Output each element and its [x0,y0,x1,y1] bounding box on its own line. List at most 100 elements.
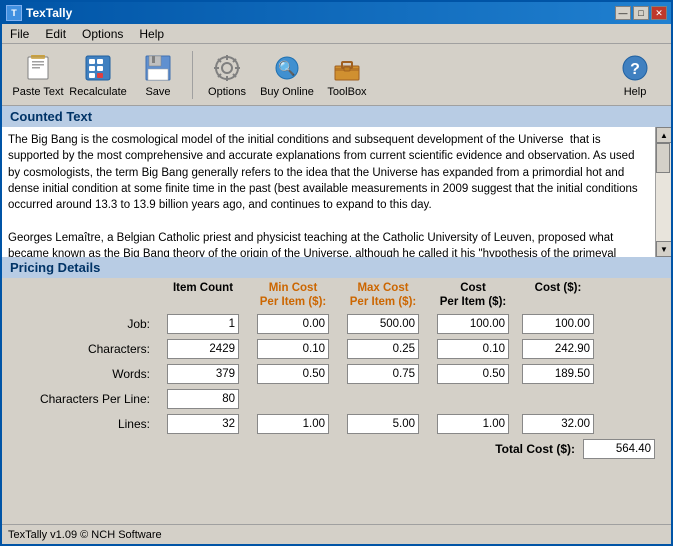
paste-text-button[interactable]: Paste Text [10,49,66,101]
vertical-scrollbar[interactable]: ▲ ▼ [655,127,671,257]
cell-lines-max [338,414,428,434]
menu-bar: File Edit Options Help [2,24,671,44]
table-row: Lines: [18,414,655,434]
text-area-container: The Big Bang is the cosmological model o… [2,127,671,257]
cell-words-cost [428,364,518,384]
cell-words-max [338,364,428,384]
col-header-cost: CostPer Item ($): [428,282,518,310]
recalculate-label: Recalculate [69,86,126,98]
input-job-count[interactable] [167,314,239,334]
scroll-thumb[interactable] [656,143,670,173]
cell-job-cost [428,314,518,334]
cell-chars-total [518,339,598,359]
toolbox-label: ToolBox [327,86,366,98]
svg-text:?: ? [630,61,640,78]
status-bar: TexTally v1.09 © NCH Software [2,524,671,544]
svg-text:🔍: 🔍 [278,59,295,77]
recalculate-button[interactable]: Recalculate [70,49,126,101]
col-header-count: Item Count [158,282,248,310]
toolbar-separator-1 [192,51,193,99]
main-window: T TexTally — □ ✕ File Edit Options Help [0,0,673,546]
input-cpl-count[interactable] [167,389,239,409]
cell-chars-cost [428,339,518,359]
menu-edit[interactable]: Edit [37,24,74,43]
menu-file[interactable]: File [2,24,37,43]
help-icon: ? [619,52,651,84]
input-words-cost[interactable] [437,364,509,384]
cell-job-total [518,314,598,334]
help-button[interactable]: ? Help [607,49,663,101]
input-chars-cost[interactable] [437,339,509,359]
cell-job-count [158,314,248,334]
window-icon: T [6,5,22,21]
total-cost-label: Total Cost ($): [395,442,575,456]
counted-text-content[interactable]: The Big Bang is the cosmological model o… [2,127,655,257]
options-button[interactable]: Options [199,49,255,101]
pricing-table: Item Count Min CostPer Item ($): Max Cos… [2,278,671,463]
close-button[interactable]: ✕ [651,6,667,20]
cell-chars-count [158,339,248,359]
content-area: Counted Text The Big Bang is the cosmolo… [2,106,671,524]
input-job-total[interactable] [522,314,594,334]
minimize-button[interactable]: — [615,6,631,20]
col-header-total: Cost ($): [518,282,598,310]
input-total-cost[interactable] [583,439,655,459]
save-label: Save [145,86,170,98]
table-row: Characters: [18,339,655,359]
input-words-count[interactable] [167,364,239,384]
input-chars-max[interactable] [347,339,419,359]
table-row: Job: [18,314,655,334]
input-lines-count[interactable] [167,414,239,434]
input-chars-total[interactable] [522,339,594,359]
table-row: Characters Per Line: [18,389,655,409]
input-lines-max[interactable] [347,414,419,434]
paste-icon [22,52,54,84]
cell-job-min [248,314,338,334]
cell-job-max [338,314,428,334]
table-header-row: Item Count Min CostPer Item ($): Max Cos… [18,282,655,312]
save-icon [142,52,174,84]
paste-text-label: Paste Text [12,86,63,98]
col-header-max: Max CostPer Item ($): [338,282,428,310]
input-lines-min[interactable] [257,414,329,434]
options-label: Options [208,86,246,98]
row-label-lines: Lines: [18,417,158,431]
row-label-job: Job: [18,317,158,331]
cell-chars-min [248,339,338,359]
input-chars-count[interactable] [167,339,239,359]
options-icon [211,52,243,84]
title-bar: T TexTally — □ ✕ [2,2,671,24]
total-row: Total Cost ($): [18,439,655,459]
input-lines-cost[interactable] [437,414,509,434]
menu-help[interactable]: Help [131,24,172,43]
toolbox-button[interactable]: ToolBox [319,49,375,101]
scroll-up-button[interactable]: ▲ [656,127,671,143]
input-chars-min[interactable] [257,339,329,359]
input-lines-total[interactable] [522,414,594,434]
cell-words-total [518,364,598,384]
input-words-min[interactable] [257,364,329,384]
col-header-label [18,282,158,310]
row-label-words: Words: [18,367,158,381]
cell-lines-total [518,414,598,434]
window-title: TexTally [26,6,72,20]
title-controls: — □ ✕ [615,6,667,20]
input-job-max[interactable] [347,314,419,334]
input-job-cost[interactable] [437,314,509,334]
buy-online-button[interactable]: 🔍 Buy Online [259,49,315,101]
input-job-min[interactable] [257,314,329,334]
menu-options[interactable]: Options [74,24,131,43]
recalculate-icon [82,52,114,84]
pricing-header: Pricing Details [2,257,671,278]
scroll-down-button[interactable]: ▼ [656,241,671,257]
scroll-track[interactable] [656,143,671,241]
input-words-total[interactable] [522,364,594,384]
row-label-characters: Characters: [18,342,158,356]
counted-text-body: The Big Bang is the cosmological model o… [8,132,649,257]
cell-lines-cost [428,414,518,434]
input-words-max[interactable] [347,364,419,384]
save-button[interactable]: Save [130,49,186,101]
cell-chars-max [338,339,428,359]
maximize-button[interactable]: □ [633,6,649,20]
status-text: TexTally v1.09 © NCH Software [8,529,162,541]
